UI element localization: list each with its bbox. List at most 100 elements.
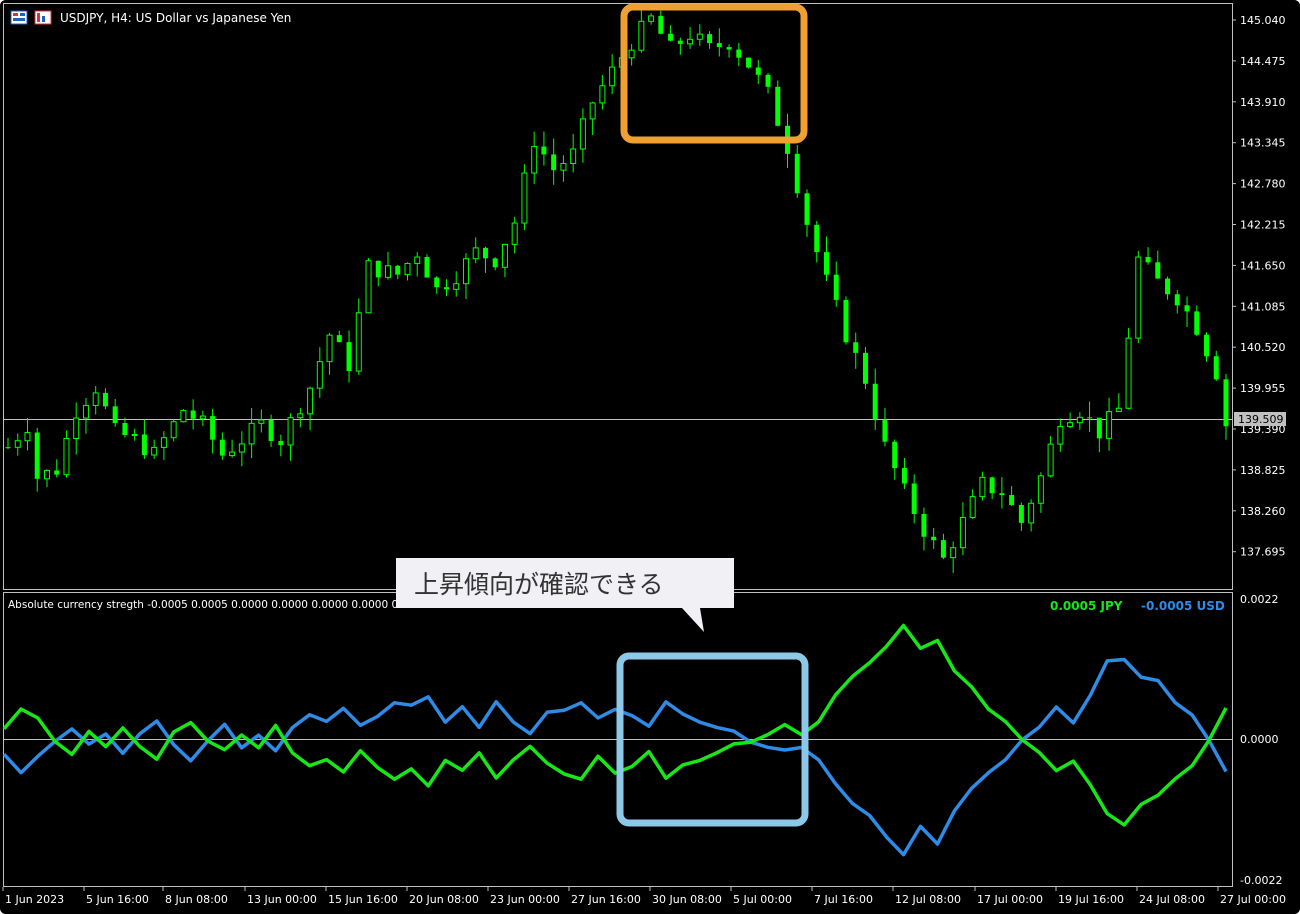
time-tick-label: 15 Jun 16:00 — [328, 893, 398, 906]
chart-type-icon-part — [20, 13, 25, 16]
candle-body — [1115, 407, 1122, 413]
candle-body — [823, 252, 829, 275]
candle-body — [424, 257, 430, 278]
candle-body — [54, 470, 60, 475]
candle-body — [648, 15, 655, 22]
candle-body — [131, 434, 138, 437]
candle-body — [804, 193, 810, 225]
candle-body — [969, 496, 976, 518]
candle-body — [1125, 337, 1132, 409]
candle-body — [531, 145, 538, 174]
price-tick-label: 142.215 — [1240, 219, 1286, 232]
candle-body — [1165, 278, 1171, 295]
candle-body — [1047, 443, 1054, 477]
candle-body — [375, 260, 381, 278]
candle-body — [395, 265, 401, 275]
jpy-legend: 0.0005 JPY — [1050, 599, 1123, 613]
candle-body — [1145, 257, 1151, 263]
time-tick-label: 13 Jun 00:00 — [247, 893, 317, 906]
price-tick-label: 138.260 — [1240, 505, 1286, 518]
indicator-axis-bottom: -0.0022 — [1240, 874, 1282, 887]
candle-body — [112, 406, 118, 424]
candle-body — [668, 33, 674, 41]
candle-body — [677, 40, 683, 44]
price-tick-label: 144.475 — [1240, 55, 1286, 68]
candle-body — [219, 439, 225, 456]
chart-type-icon[interactable] — [10, 10, 28, 25]
candle-body — [238, 443, 245, 453]
price-tick-label: 139.955 — [1240, 382, 1286, 395]
candle-body — [794, 153, 800, 194]
candle-body — [43, 469, 50, 480]
candle-body — [511, 222, 518, 245]
callout-text: 上昇傾向が確認できる — [414, 570, 664, 599]
candle-body — [959, 516, 966, 549]
price-tick-label: 145.040 — [1240, 14, 1286, 27]
candle-body — [1194, 311, 1200, 335]
candle-body — [229, 451, 236, 457]
candle-body — [872, 383, 878, 420]
candle-body — [707, 34, 713, 44]
candle-body — [501, 243, 508, 268]
candle-body — [579, 118, 586, 150]
candle-body — [336, 335, 342, 343]
price-tick-label: 142.780 — [1240, 178, 1286, 191]
candle-body — [24, 432, 31, 442]
indicator-axis-top: 0.0022 — [1240, 593, 1279, 606]
candle-body — [843, 299, 849, 343]
candle-body — [775, 86, 781, 126]
time-tick-label: 24 Jul 08:00 — [1139, 893, 1205, 906]
candle-body — [560, 162, 567, 171]
candle-body — [862, 352, 868, 384]
time-tick-label: 19 Jul 16:00 — [1058, 893, 1124, 906]
candle-body — [63, 437, 70, 476]
chart-canvas[interactable]: USDJPY, H4: US Dollar vs Japanese Yen 14… — [0, 0, 1300, 914]
price-tick-label: 141.650 — [1240, 259, 1286, 272]
candle-body — [931, 536, 937, 541]
candle-body — [482, 247, 488, 259]
candle-body — [736, 49, 742, 58]
candle-body — [122, 423, 128, 435]
candle-body — [355, 312, 362, 372]
candle-body — [14, 440, 21, 448]
time-tick-label: 30 Jun 08:00 — [652, 893, 722, 906]
candle-body — [940, 540, 946, 558]
current-price-label: 139.509 — [1238, 413, 1284, 426]
candle-body — [365, 260, 372, 314]
time-tick-label: 27 Jul 00:00 — [1220, 893, 1286, 906]
candle-body — [765, 74, 771, 87]
candle-body — [170, 421, 177, 439]
candle-body — [979, 476, 986, 498]
candle-body — [434, 277, 440, 288]
candle-body — [1028, 502, 1035, 524]
candle-body — [1135, 256, 1142, 339]
candle-body — [297, 413, 304, 419]
candle-body — [658, 15, 664, 34]
candle-body — [1223, 379, 1229, 427]
indicator-icon-part — [37, 13, 40, 22]
candle-body — [82, 404, 89, 419]
candle-body — [882, 419, 888, 442]
candle-body — [462, 258, 469, 285]
candle-body — [1009, 495, 1015, 506]
chart-title: USDJPY, H4: US Dollar vs Japanese Yen — [60, 11, 291, 25]
candle-body — [746, 57, 752, 68]
chart-type-icon-part — [13, 13, 18, 16]
candle-body — [1213, 356, 1219, 380]
candle-body — [404, 262, 411, 276]
candle-body — [726, 47, 732, 50]
candle-body — [443, 287, 449, 290]
candle-body — [950, 547, 957, 559]
candle-body — [814, 224, 820, 253]
indicator-icon-part — [42, 16, 45, 22]
candle-body — [492, 258, 498, 268]
price-tick-label: 140.520 — [1240, 341, 1286, 354]
price-tick-label: 143.910 — [1240, 96, 1286, 109]
candle-body — [34, 432, 40, 479]
candle-body — [307, 387, 314, 415]
candle-body — [521, 172, 528, 224]
candle-body — [1174, 294, 1180, 306]
candle-body — [551, 154, 557, 171]
time-tick-label: 20 Jun 08:00 — [409, 893, 479, 906]
time-tick-label: 23 Jun 00:00 — [490, 893, 560, 906]
